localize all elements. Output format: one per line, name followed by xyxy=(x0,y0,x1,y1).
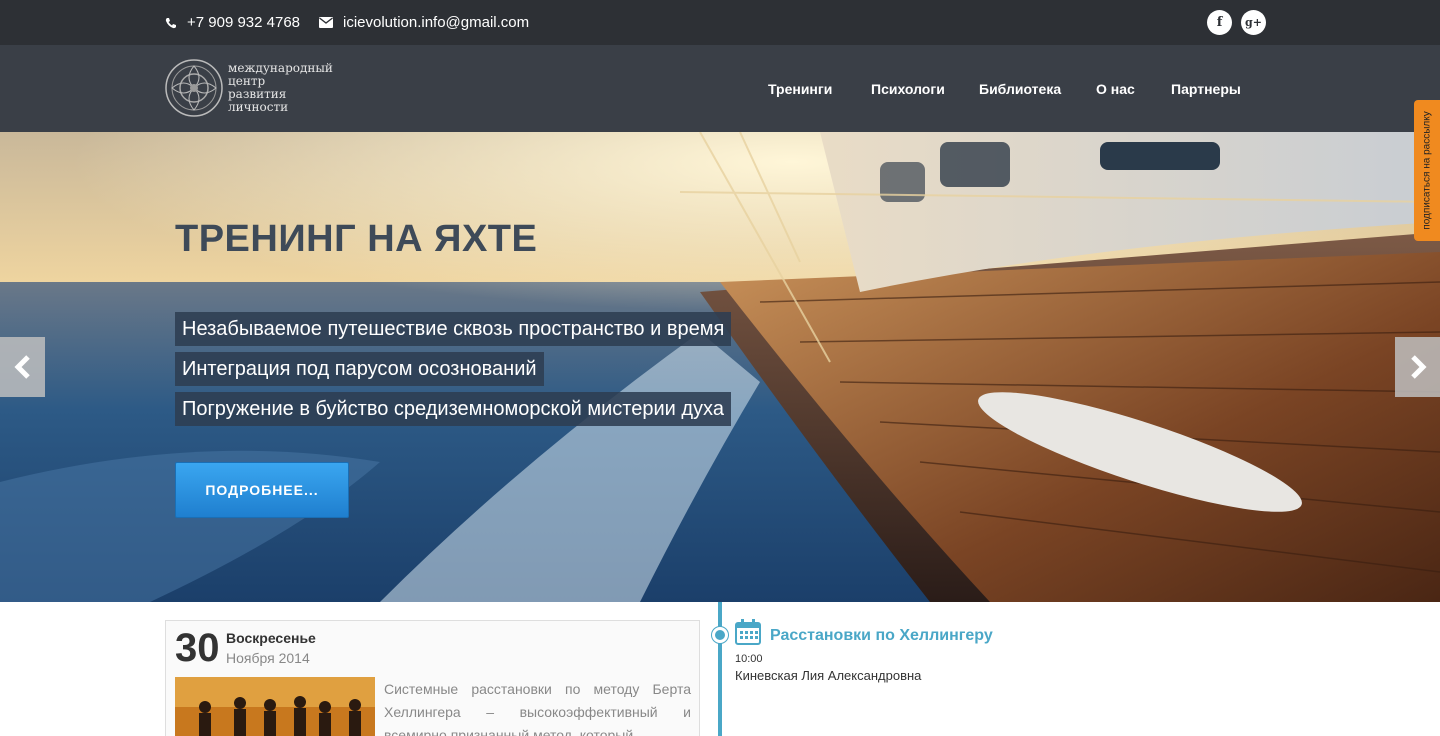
nav-item-about[interactable]: О нас xyxy=(1096,81,1135,97)
event-day: 30 xyxy=(175,626,220,670)
hero-title: ТРЕНИНГ НА ЯХТЕ xyxy=(175,218,538,260)
slider-prev-button[interactable] xyxy=(0,337,45,397)
site-header: международный центр развития личности Тр… xyxy=(0,45,1440,132)
timeline-line xyxy=(718,602,722,736)
event-card[interactable]: 30 Воскресенье Ноября 2014 Системные рас… xyxy=(165,620,700,736)
chevron-right-icon xyxy=(1410,355,1427,379)
envelope-icon xyxy=(319,17,333,28)
site-logo[interactable]: международный центр развития личности xyxy=(164,58,333,118)
event-host: Киневская Лия Александровна xyxy=(735,668,922,683)
event-image xyxy=(175,677,375,736)
chevron-left-icon xyxy=(13,355,30,379)
event-month-year: Ноября 2014 xyxy=(226,650,310,666)
hero-slider: ТРЕНИНГ НА ЯХТЕ Незабываемое путешествие… xyxy=(0,132,1440,602)
event-time: 10:00 xyxy=(735,653,763,665)
phone-number: +7 909 932 4768 xyxy=(187,14,301,31)
logo-line: личности xyxy=(228,100,289,114)
logo-text: международный центр развития личности xyxy=(228,62,333,114)
subscribe-tab-label: подписаться на рассылку xyxy=(1421,111,1433,230)
phone-contact[interactable]: +7 909 932 4768 xyxy=(165,0,300,45)
calendar-icon xyxy=(735,619,761,645)
email-address: icievolution.info@gmail.com xyxy=(343,14,530,31)
top-contact-bar: +7 909 932 4768 icievolution.info@gmail.… xyxy=(0,0,1440,45)
nav-item-library[interactable]: Библиотека xyxy=(979,81,1061,97)
nav-item-trainings[interactable]: Тренинги xyxy=(768,81,832,97)
logo-emblem-icon xyxy=(165,59,223,117)
email-contact[interactable]: icievolution.info@gmail.com xyxy=(319,0,529,45)
nav-item-psychologists[interactable]: Психологи xyxy=(871,81,945,97)
timeline-dot xyxy=(712,627,728,643)
event-title-link[interactable]: Расстановки по Хеллингеру xyxy=(770,627,993,645)
more-button[interactable]: ПОДРОБНЕЕ... xyxy=(175,462,349,518)
google-plus-icon[interactable]: g+ xyxy=(1241,10,1266,35)
slider-next-button[interactable] xyxy=(1395,337,1440,397)
facebook-icon[interactable]: f xyxy=(1207,10,1232,35)
hero-tagline: Интеграция под парусом осознований xyxy=(175,352,544,386)
event-weekday: Воскресенье xyxy=(226,630,316,646)
nav-item-partners[interactable]: Партнеры xyxy=(1171,81,1241,97)
hero-tagline: Погружение в буйство средиземноморской м… xyxy=(175,392,731,426)
subscribe-tab[interactable]: подписаться на рассылку xyxy=(1414,100,1440,241)
phone-icon xyxy=(165,17,177,29)
event-description: Системные расстановки по методу Берта Хе… xyxy=(384,681,691,736)
hero-tagline: Незабываемое путешествие сквозь простран… xyxy=(175,312,732,346)
events-section: 30 Воскресенье Ноября 2014 Системные рас… xyxy=(0,602,1440,736)
